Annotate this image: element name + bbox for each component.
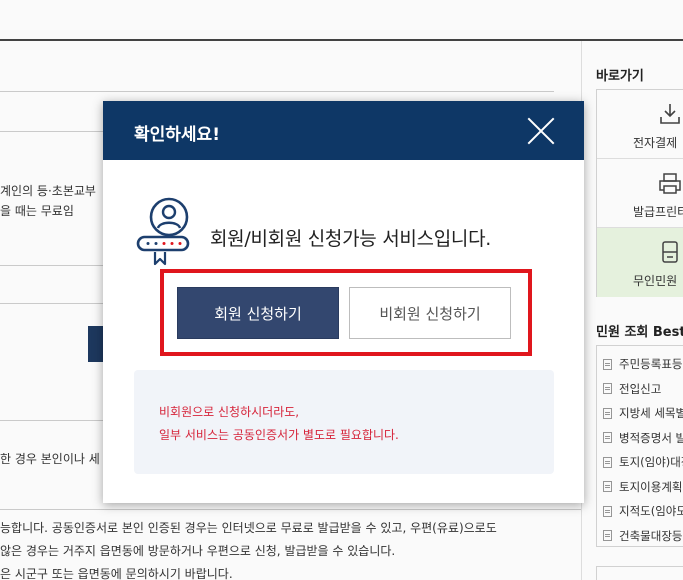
dialog-message: 회원/비회원 신청가능 서비스입니다. bbox=[210, 228, 492, 250]
member-apply-button[interactable]: 회원 신청하기 bbox=[177, 287, 339, 339]
notice-text: 비회원으로 신청하시더라도, bbox=[159, 405, 300, 419]
dialog-title: 확인하세요! bbox=[134, 125, 220, 145]
close-icon[interactable] bbox=[526, 116, 556, 146]
confirm-dialog: 확인하세요! 회원/비회원 신청가능 서비스입니다. 회원 신청하기 비회원 신… bbox=[103, 101, 584, 503]
notice-text: 일부 서비스는 공동인증서가 별도로 필요합니다. bbox=[159, 428, 399, 442]
page: 계인의 등·초본교부 을 때는 무료임 한 경우 본인이나 세 능합니다. 공동… bbox=[0, 0, 683, 580]
notice-box: 비회원으로 신청하시더라도, 일부 서비스는 공동인증서가 별도로 필요합니다. bbox=[134, 370, 554, 474]
user-login-icon bbox=[136, 197, 190, 266]
dialog-header: 확인하세요! bbox=[103, 101, 584, 160]
guest-apply-button[interactable]: 비회원 신청하기 bbox=[349, 287, 511, 339]
